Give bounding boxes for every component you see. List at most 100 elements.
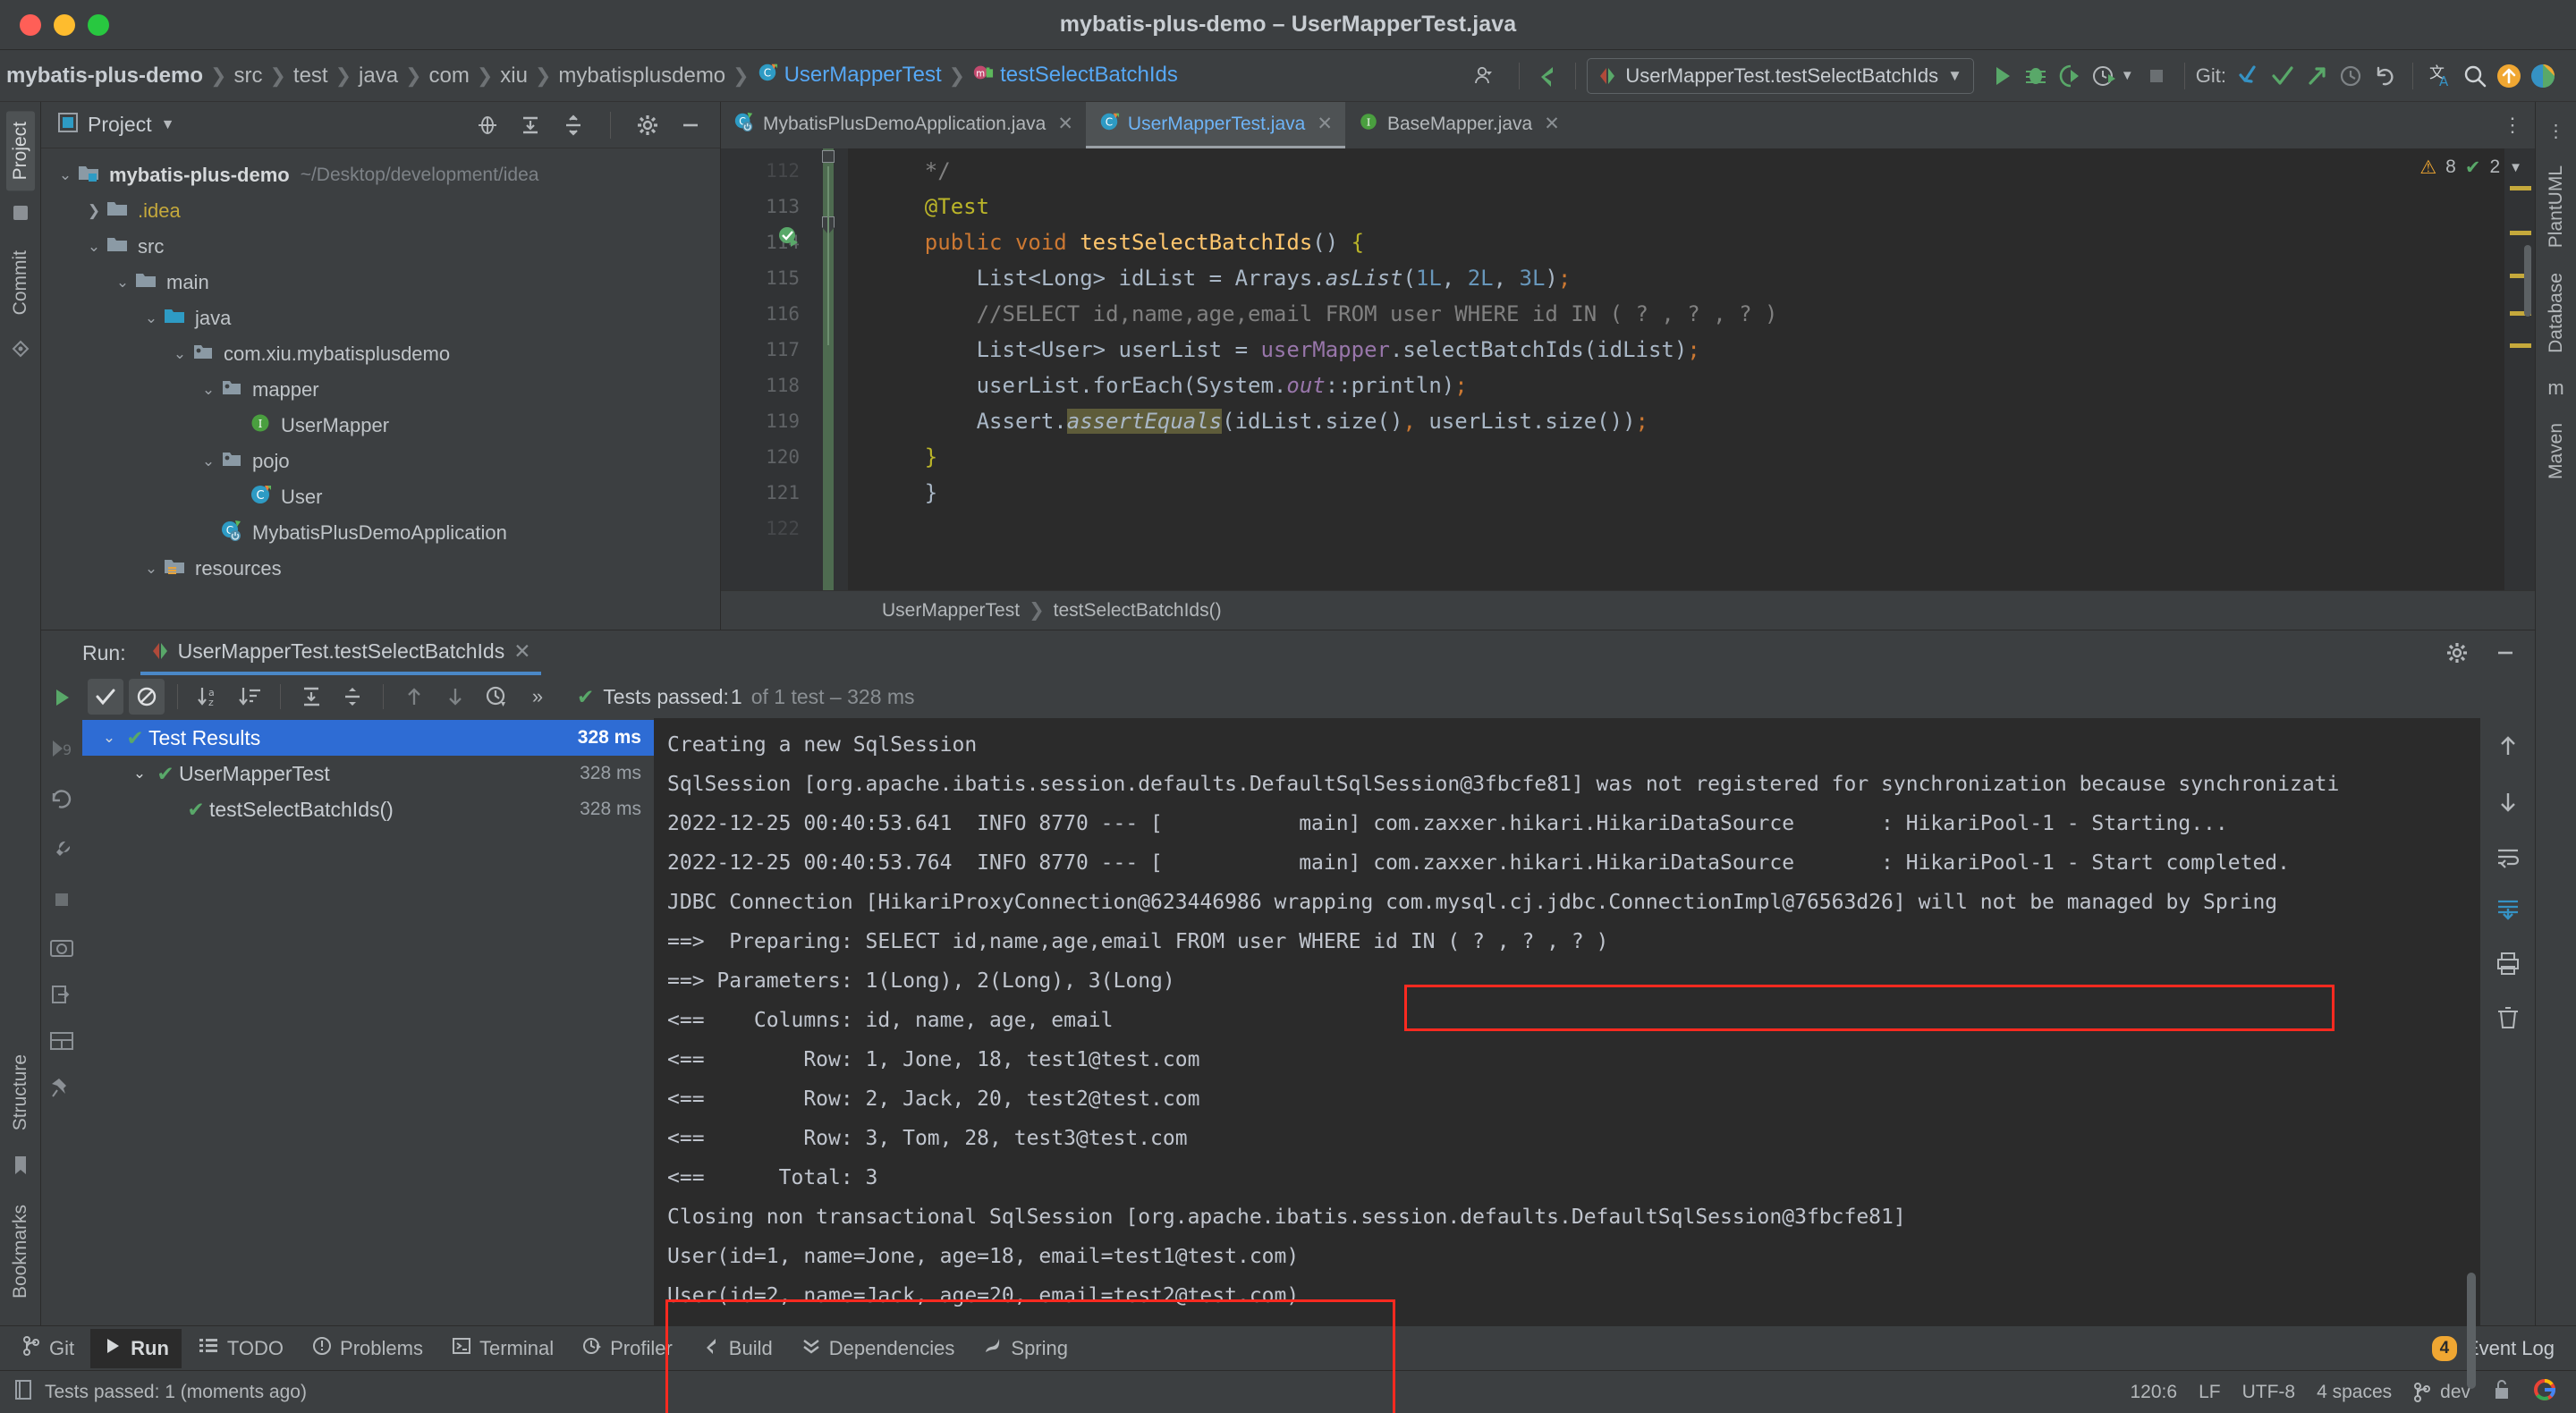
update-available-icon[interactable] <box>2492 59 2526 93</box>
chevron-down-icon[interactable]: ⌄ <box>140 309 163 327</box>
google-icon[interactable] <box>2533 1378 2556 1407</box>
sidebar-tab-maven[interactable]: Maven <box>2542 412 2571 490</box>
footer-breadcrumb-item[interactable]: UserMapperTest <box>882 600 1020 622</box>
tree-node[interactable]: ⌄ src <box>41 229 720 265</box>
sort-alphabetically-icon[interactable]: az <box>191 679 226 715</box>
file-encoding[interactable]: UTF-8 <box>2242 1382 2296 1403</box>
tree-node[interactable]: ⌄ pojo <box>41 444 720 479</box>
close-tab-icon[interactable]: ✕ <box>513 639 530 664</box>
breadcrumb-item-test[interactable]: test <box>287 63 335 89</box>
code-line[interactable]: List<User> userList = userMapper.selectB… <box>873 332 2504 368</box>
chevron-down-icon[interactable]: ▼ <box>1947 67 1962 85</box>
tool-window-spring[interactable]: Spring <box>970 1329 1080 1368</box>
update-project-icon[interactable] <box>2232 59 2266 93</box>
lock-icon[interactable] <box>2492 1378 2512 1407</box>
search-everywhere-icon[interactable] <box>2458 59 2492 93</box>
collapse-all-icon[interactable] <box>556 108 590 142</box>
prev-test-icon[interactable] <box>396 679 432 715</box>
sidebar-tab-plantuml[interactable]: PlantUML <box>2542 155 2571 258</box>
export-icon[interactable] <box>49 983 74 1011</box>
breadcrumb-item-xiu[interactable]: xiu <box>494 63 534 89</box>
editor-tab-usermappertest[interactable]: C UserMapperTest.java ✕ <box>1085 102 1345 148</box>
rerun-tests-icon[interactable] <box>48 684 75 715</box>
sidebar-tab-commit[interactable]: Commit <box>6 240 35 326</box>
project-tree[interactable]: ⌄ mybatis-plus-demo ~/Desktop/development/… <box>41 148 720 630</box>
debug-button[interactable] <box>2019 59 2053 93</box>
run-settings-gear-icon[interactable] <box>2440 636 2474 670</box>
tree-node[interactable]: ⌄ resources <box>41 551 720 587</box>
breadcrumb-item-com[interactable]: com <box>423 63 476 89</box>
commit-diamond-icon[interactable] <box>11 339 30 363</box>
tool-window-run[interactable]: Run <box>90 1328 182 1368</box>
close-tab-icon[interactable]: ✕ <box>1317 113 1333 135</box>
structure-small-icon[interactable] <box>11 203 30 227</box>
footer-breadcrumb-item[interactable]: testSelectBatchIds() <box>1054 600 1222 622</box>
code-line[interactable]: //SELECT id,name,age,email FROM user WHE… <box>873 296 2504 332</box>
scroll-from-source-icon[interactable] <box>470 108 504 142</box>
editor-tab-options-icon[interactable]: ⋮ <box>2490 102 2535 148</box>
gear-icon[interactable] <box>631 108 665 142</box>
code-line[interactable]: userList.forEach(System.out::println); <box>873 368 2504 403</box>
test-results-tree[interactable]: ⌄ ✔ Test Results 328 ms ⌄ ✔ UserMapperTest 328 … <box>82 718 655 1325</box>
tool-window-problems[interactable]: Problems <box>300 1329 436 1368</box>
tool-window-profiler[interactable]: Profiler <box>570 1329 685 1368</box>
account-avatar-icon[interactable] <box>2526 59 2560 93</box>
more-tool-windows-icon[interactable]: ⋮ <box>2547 120 2565 142</box>
rollback-icon[interactable] <box>2368 59 2402 93</box>
breadcrumb-item-usermappertest[interactable]: C UserMapperTest <box>750 62 948 89</box>
layout-icon[interactable] <box>49 1030 74 1056</box>
chevron-down-icon[interactable]: ⌄ <box>127 765 152 783</box>
show-ignored-toggle[interactable] <box>129 679 165 715</box>
breadcrumb-item-mybatisplusdemo[interactable]: mybatisplusdemo <box>552 63 732 89</box>
clear-console-icon[interactable] <box>2496 1005 2521 1035</box>
line-separator[interactable]: LF <box>2199 1382 2221 1403</box>
inspection-widget[interactable]: ⚠ 8 ✔ 2 ▼ <box>2419 148 2535 186</box>
tool-window-git[interactable]: Git <box>9 1329 87 1368</box>
sidebar-tab-database[interactable]: Database <box>2542 262 2571 364</box>
chevron-down-icon[interactable]: ⌄ <box>140 560 163 578</box>
tree-node[interactable]: ⌄ java <box>41 300 720 336</box>
collapse-tests-icon[interactable] <box>335 679 370 715</box>
scroll-down-icon[interactable] <box>2495 789 2521 820</box>
tree-node[interactable]: C User <box>41 479 720 515</box>
more-options-icon[interactable]: » <box>520 679 555 715</box>
run-configuration-selector[interactable]: UserMapperTest.testSelectBatchIds ▼ <box>1587 57 1974 94</box>
sidebar-tab-bookmarks[interactable]: Bookmarks <box>6 1194 35 1309</box>
chevron-down-icon[interactable]: ⌄ <box>197 453 220 470</box>
commit-icon[interactable] <box>2266 59 2300 93</box>
inspection-chevron-icon[interactable]: ▼ <box>2509 160 2522 175</box>
configure-tests-icon[interactable] <box>48 837 75 868</box>
push-icon[interactable] <box>2300 59 2334 93</box>
code-line[interactable]: List<Long> idList = Arrays.asList(1L, 2L… <box>873 260 2504 296</box>
console-scrollbar[interactable] <box>2467 1273 2476 1389</box>
run-test-gutter-icon[interactable] <box>776 224 803 263</box>
bookmark-icon[interactable] <box>11 1154 30 1181</box>
build-project-icon[interactable] <box>1530 59 1564 93</box>
tree-node[interactable]: C MybatisPlusDemoApplication <box>41 515 720 551</box>
tree-node[interactable]: I UserMapper <box>41 408 720 444</box>
breadcrumb-item-src[interactable]: src <box>227 63 268 89</box>
history-icon[interactable] <box>2334 59 2368 93</box>
editor-marker-bar[interactable] <box>2504 148 2535 590</box>
recent-files-icon[interactable] <box>1469 59 1503 93</box>
sidebar-tab-project[interactable]: Project <box>5 111 35 191</box>
hide-panel-icon[interactable] <box>674 108 708 142</box>
run-panel-tab[interactable]: UserMapperTest.testSelectBatchIds ✕ <box>140 630 542 675</box>
breadcrumb-item-mybatis-plus-demo[interactable]: mybatis-plus-demo <box>0 63 209 89</box>
code-line[interactable]: } <box>873 439 2504 475</box>
next-test-icon[interactable] <box>437 679 473 715</box>
caret-position[interactable]: 120:6 <box>2131 1382 2178 1403</box>
expand-all-icon[interactable] <box>513 108 547 142</box>
close-tab-icon[interactable]: ✕ <box>1057 113 1073 135</box>
breadcrumb-item-testselectbatchids[interactable]: m testSelectBatchIds <box>966 62 1184 89</box>
pin-icon[interactable] <box>50 1076 73 1104</box>
test-tree-row[interactable]: ⌄ ✔ Test Results 328 ms <box>82 720 654 756</box>
sidebar-tab-structure[interactable]: Structure <box>6 1044 35 1141</box>
console-output[interactable]: Creating a new SqlSession SqlSession [org… <box>655 718 2479 1325</box>
editor-tab-mybatisplusdemoapplication[interactable]: C MybatisPlusDemoApplication.java ✕ <box>721 102 1086 148</box>
tree-node[interactable]: ⌄ main <box>41 265 720 300</box>
editor-tab-bar[interactable]: C MybatisPlusDemoApplication.java ✕ C UserMa… <box>721 102 2535 148</box>
test-tree-row[interactable]: ⌄ ✔ UserMapperTest 328 ms <box>82 756 654 791</box>
git-branch-widget[interactable]: dev <box>2413 1382 2470 1403</box>
run-button[interactable] <box>1985 59 2019 93</box>
